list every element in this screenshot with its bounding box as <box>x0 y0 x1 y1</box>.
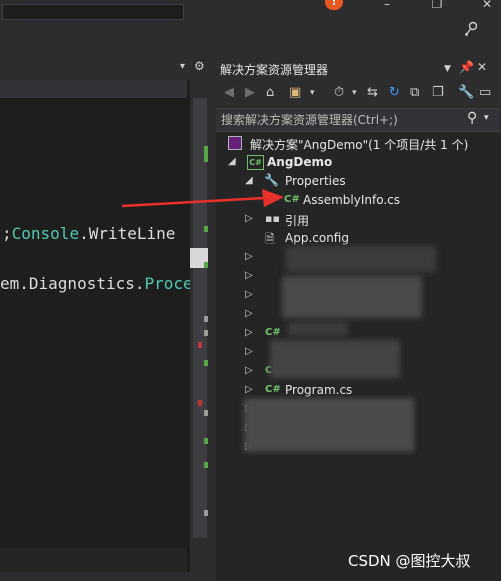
watermark: CSDN @图控大叔 <box>348 552 471 570</box>
annotation-arrow <box>121 189 284 208</box>
